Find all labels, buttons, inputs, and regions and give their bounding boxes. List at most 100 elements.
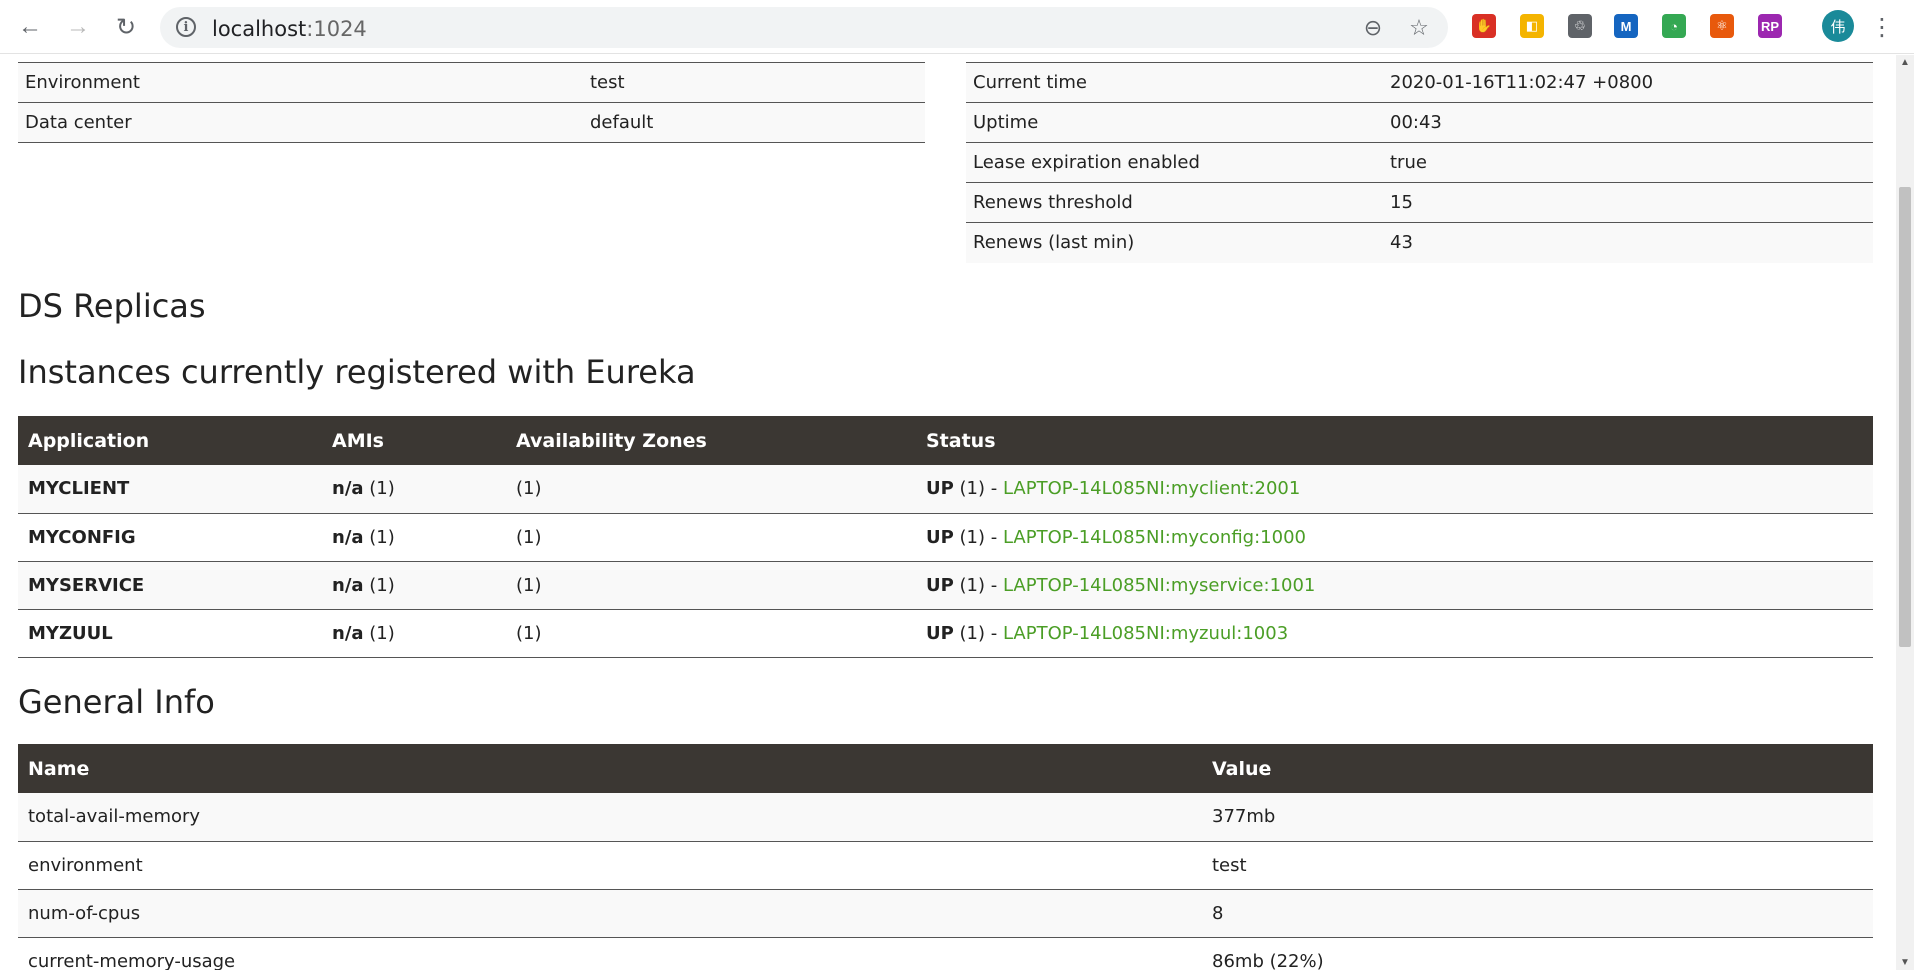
url-port: :1024 — [306, 17, 367, 41]
ami-value: n/a — [332, 574, 364, 596]
bookmark-star-icon[interactable]: ☆ — [1406, 15, 1432, 41]
instance-link[interactable]: LAPTOP-14L085NI:myservice:1001 — [1003, 575, 1315, 596]
table-row: num-of-cpus 8 — [18, 889, 1873, 938]
status-row: Lease expiration enabled true — [966, 142, 1873, 183]
rp-ext-icon[interactable]: RP — [1758, 14, 1782, 38]
general-info-heading: General Info — [18, 683, 215, 721]
ami-count: (1) — [363, 526, 395, 548]
general-info-table: Name Value total-avail-memory 377mb environ… — [18, 744, 1873, 970]
status-row-value: true — [1383, 142, 1873, 183]
ami-cell: n/a (1) — [322, 465, 506, 514]
status-cell: UP (1) - LAPTOP-14L085NI:myclient:2001 — [916, 465, 1873, 514]
zoom-icon[interactable]: ⊖ — [1360, 15, 1386, 41]
ami-cell: n/a (1) — [322, 513, 506, 562]
status-row-value: 43 — [1383, 222, 1873, 263]
reload-icon[interactable]: ↻ — [110, 11, 142, 43]
instances-table: Application AMIs Availability Zones Status … — [18, 416, 1873, 658]
table-row: total-avail-memory 377mb — [18, 793, 1873, 842]
status-row: Current time 2020-01-16T11:02:47 +0800 — [966, 62, 1873, 103]
profile-avatar[interactable]: 伟 — [1822, 10, 1854, 42]
env-row-value: default — [583, 102, 925, 143]
info-value: 377mb — [1202, 793, 1873, 842]
table-row: MYZUUL n/a (1) (1) UP (1) - LAPTOP-14L085NI… — [18, 609, 1873, 658]
status-count: (1) - — [953, 478, 1003, 500]
zones-cell: (1) — [506, 561, 916, 610]
status-row-label: Renews (last min) — [966, 222, 1383, 263]
scroll-down-arrow-icon[interactable]: ▼ — [1900, 957, 1910, 968]
ami-count: (1) — [363, 622, 395, 644]
status-row: Renews (last min) 43 — [966, 222, 1873, 263]
circle-ext-icon[interactable]: ◔ — [1662, 14, 1686, 38]
column-header: Availability Zones — [506, 416, 916, 465]
status-row-value: 2020-01-16T11:02:47 +0800 — [1383, 62, 1873, 103]
ds-replicas-heading: DS Replicas — [18, 287, 206, 325]
status-value: UP — [926, 478, 954, 500]
status-cell: UP (1) - LAPTOP-14L085NI:myconfig:1000 — [916, 513, 1873, 562]
ami-value: n/a — [332, 622, 364, 644]
ami-cell: n/a (1) — [322, 561, 506, 610]
column-header: Name — [18, 744, 1202, 793]
image-ext-icon[interactable]: ◧ — [1520, 14, 1544, 38]
instances-heading: Instances currently registered with Eure… — [18, 353, 696, 391]
info-name: num-of-cpus — [18, 889, 1202, 938]
env-row-value: test — [583, 62, 925, 103]
status-cell: UP (1) - LAPTOP-14L085NI:myservice:1001 — [916, 561, 1873, 610]
scroll-up-arrow-icon[interactable]: ▲ — [1900, 57, 1910, 68]
info-name: current-memory-usage — [18, 937, 1202, 970]
forward-arrow-icon[interactable]: → — [62, 11, 94, 43]
status-row: Uptime 00:43 — [966, 102, 1873, 143]
scroll-thumb[interactable] — [1899, 187, 1911, 647]
status-row-value: 15 — [1383, 182, 1873, 223]
application-name: MYSERVICE — [18, 561, 322, 610]
environment-table: Environment test Data center default — [18, 62, 925, 143]
recycle-ext-icon[interactable]: ♲ — [1568, 14, 1592, 38]
ami-value: n/a — [332, 526, 364, 548]
network-ext-icon[interactable]: ⚛ — [1710, 14, 1734, 38]
ami-cell: n/a (1) — [322, 609, 506, 658]
zones-cell: (1) — [506, 609, 916, 658]
back-arrow-icon[interactable]: ← — [14, 11, 46, 43]
table-row: MYCLIENT n/a (1) (1) UP (1) - LAPTOP-14L085… — [18, 465, 1873, 514]
status-row-value: 00:43 — [1383, 102, 1873, 143]
info-value: 8 — [1202, 889, 1873, 938]
status-row-label: Current time — [966, 62, 1383, 103]
url-text[interactable]: localhost:1024 — [212, 17, 367, 41]
m-ext-icon[interactable]: M — [1614, 14, 1638, 38]
table-row: environment test — [18, 841, 1873, 890]
info-name: environment — [18, 841, 1202, 890]
instance-link[interactable]: LAPTOP-14L085NI:myzuul:1003 — [1003, 623, 1288, 644]
column-header: AMIs — [322, 416, 506, 465]
env-row: Data center default — [18, 102, 925, 143]
table-row: MYSERVICE n/a (1) (1) UP (1) - LAPTOP-14L08… — [18, 561, 1873, 610]
zones-cell: (1) — [506, 465, 916, 514]
application-name: MYCONFIG — [18, 513, 322, 562]
status-value: UP — [926, 526, 954, 548]
status-row-label: Renews threshold — [966, 182, 1383, 223]
site-info-icon[interactable]: i — [176, 17, 196, 37]
zones-cell: (1) — [506, 513, 916, 562]
ami-count: (1) — [363, 574, 395, 596]
env-row-label: Data center — [18, 102, 583, 143]
info-value: 86mb (22%) — [1202, 937, 1873, 970]
browser-toolbar: ← → ↻ i localhost:1024 ⊖ ☆ ✋ ◧ ♲ M ◔ ⚛ RP 伟 ⋮ — [0, 0, 1914, 54]
info-name: total-avail-memory — [18, 793, 1202, 842]
status-row-label: Uptime — [966, 102, 1383, 143]
status-table: Current time 2020-01-16T11:02:47 +0800 Upt… — [966, 62, 1873, 263]
application-name: MYZUUL — [18, 609, 322, 658]
status-value: UP — [926, 622, 954, 644]
status-cell: UP (1) - LAPTOP-14L085NI:myzuul:1003 — [916, 609, 1873, 658]
status-count: (1) - — [953, 622, 1003, 644]
page-scrollbar[interactable]: ▲ ▼ — [1896, 55, 1914, 970]
status-row-label: Lease expiration enabled — [966, 142, 1383, 183]
status-count: (1) - — [953, 526, 1003, 548]
table-row: MYCONFIG n/a (1) (1) UP (1) - LAPTOP-14L085… — [18, 513, 1873, 562]
status-count: (1) - — [953, 574, 1003, 596]
address-bar[interactable]: i localhost:1024 ⊖ ☆ — [160, 7, 1448, 48]
application-name: MYCLIENT — [18, 465, 322, 514]
instance-link[interactable]: LAPTOP-14L085NI:myconfig:1000 — [1003, 527, 1306, 548]
instance-link[interactable]: LAPTOP-14L085NI:myclient:2001 — [1003, 478, 1300, 499]
ami-value: n/a — [332, 478, 364, 500]
column-header: Value — [1202, 744, 1873, 793]
browser-menu-icon[interactable]: ⋮ — [1870, 12, 1894, 42]
adblock-icon[interactable]: ✋ — [1472, 14, 1496, 38]
